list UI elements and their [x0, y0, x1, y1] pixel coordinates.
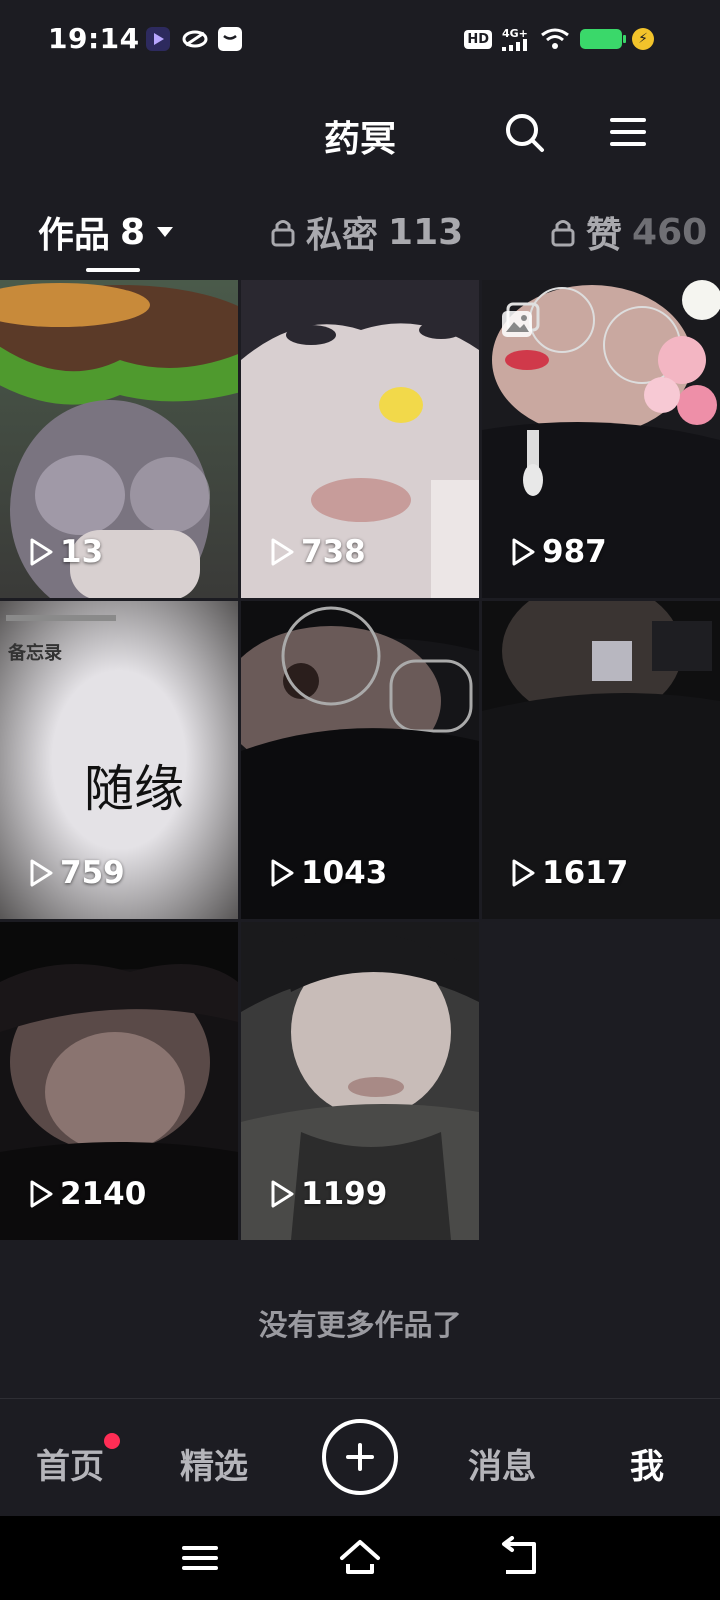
play-icon	[30, 859, 53, 887]
tab-private-label: 私密	[306, 215, 379, 256]
view-count-value: 1617	[542, 855, 629, 891]
play-icon	[271, 1180, 294, 1208]
nav-messages[interactable]: 消息	[468, 1439, 536, 1488]
back-icon[interactable]	[498, 1536, 542, 1580]
video-tile[interactable]: 1617	[482, 601, 720, 919]
memo-text: 随缘	[84, 760, 184, 818]
view-count-value: 759	[60, 855, 125, 891]
signal-icon: 4G+	[502, 28, 530, 51]
lock-icon	[551, 220, 575, 247]
nav-home[interactable]: 首页	[36, 1439, 104, 1488]
view-count: 13	[28, 534, 103, 570]
play-icon	[271, 538, 294, 566]
video-tile[interactable]: 2140	[0, 922, 238, 1240]
view-count: 1617	[510, 855, 628, 891]
tab-private[interactable]: 私密 113	[270, 206, 463, 258]
video-tile[interactable]: 13	[0, 280, 238, 598]
tab-works[interactable]: 作品 8	[38, 206, 175, 258]
network-type: 4G+	[502, 26, 528, 40]
view-count: 2140	[28, 1176, 146, 1212]
search-icon[interactable]	[502, 110, 546, 154]
tab-private-count: 113	[388, 211, 464, 253]
view-count-value: 987	[542, 534, 607, 570]
video-tile[interactable]: 738	[241, 280, 479, 598]
play-icon	[30, 538, 53, 566]
view-count: 1199	[269, 1176, 387, 1212]
message-app-icon	[218, 27, 242, 51]
nav-me[interactable]: 我	[630, 1439, 664, 1488]
video-tile[interactable]: 1199	[241, 922, 479, 1240]
play-icon	[512, 859, 535, 887]
tab-likes-label: 赞	[586, 215, 623, 256]
no-more-works-text: 没有更多作品了	[258, 1308, 462, 1342]
content-tabs: 作品 8 私密 113 赞 460	[0, 196, 720, 276]
profile-header: 药冥	[0, 96, 720, 172]
view-count-value: 2140	[60, 1176, 147, 1212]
play-icon	[30, 1180, 53, 1208]
menu-icon[interactable]	[606, 110, 650, 154]
memo-header: 备忘录	[8, 643, 62, 664]
view-count-value: 13	[60, 534, 104, 570]
charging-icon: ⚡	[632, 28, 654, 50]
image-post-icon	[502, 302, 540, 337]
view-count: 987	[510, 534, 607, 570]
view-count: 738	[269, 534, 366, 570]
caret-down-icon	[157, 227, 174, 237]
status-time: 19:14	[48, 22, 140, 55]
battery-icon	[580, 29, 626, 49]
tab-works-count: 8	[120, 211, 146, 253]
play-icon	[512, 538, 535, 566]
tab-works-label: 作品	[38, 215, 111, 256]
create-button[interactable]	[322, 1419, 398, 1495]
nav-featured[interactable]: 精选	[180, 1439, 248, 1488]
hd-badge: HD	[464, 29, 492, 49]
plus-icon	[346, 1443, 374, 1471]
tab-likes-count: 460	[632, 211, 708, 253]
video-tile[interactable]: 987	[482, 280, 720, 598]
view-count: 1043	[269, 855, 387, 891]
active-tab-indicator	[86, 268, 140, 272]
play-icon	[271, 859, 294, 887]
status-bar: 19:14 HD 4G+ ⚡	[0, 0, 720, 80]
bottom-nav: 首页 精选 消息 我	[0, 1398, 720, 1516]
view-count-value: 1043	[301, 855, 388, 891]
video-tile[interactable]: 1043	[241, 601, 479, 919]
view-count-value: 1199	[301, 1176, 388, 1212]
video-tile[interactable]: 备忘录 随缘 759	[0, 601, 238, 919]
view-count-value: 738	[301, 534, 366, 570]
view-count: 759	[28, 855, 125, 891]
wifi-icon	[541, 28, 569, 49]
tab-likes[interactable]: 赞 460	[550, 206, 707, 258]
system-nav-bar	[0, 1516, 720, 1600]
lock-icon	[271, 220, 295, 247]
browser-app-icon	[182, 27, 208, 51]
notification-dot	[104, 1433, 120, 1449]
recent-apps-icon[interactable]	[178, 1536, 222, 1580]
video-app-icon	[146, 27, 170, 51]
home-icon[interactable]	[338, 1536, 382, 1580]
